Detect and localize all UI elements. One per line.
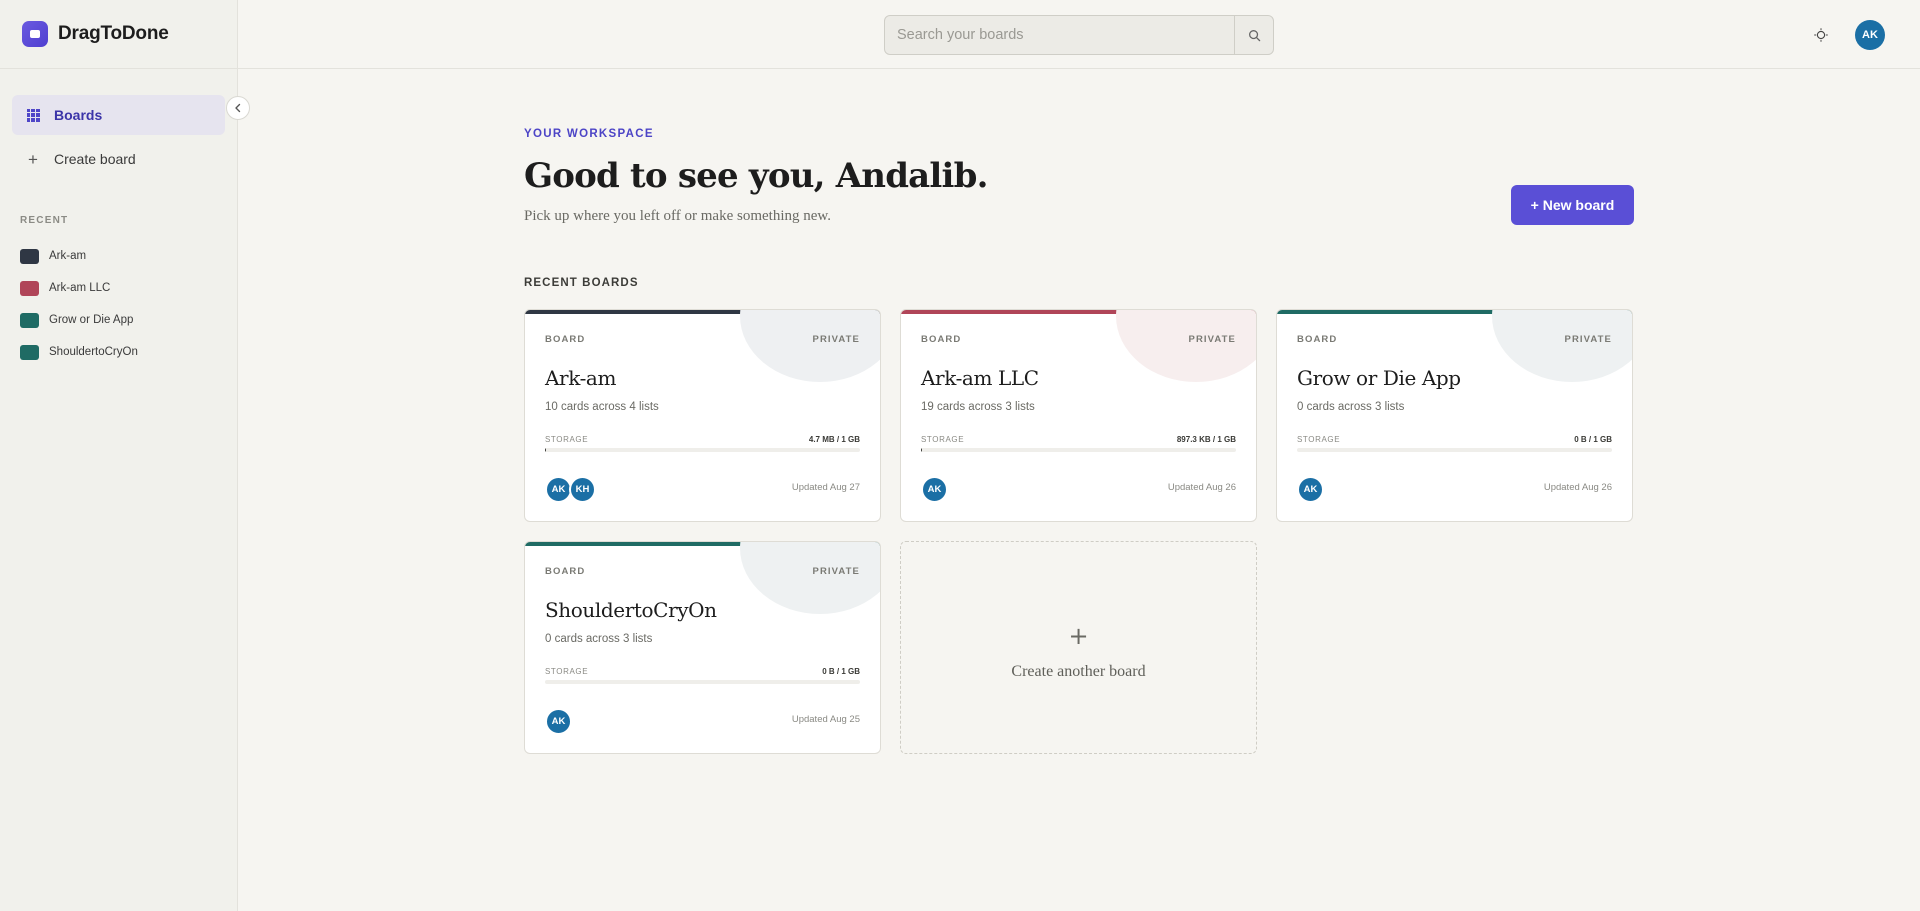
page-title: Good to see you, Andalib. (524, 156, 988, 196)
storage-value: 897.3 KB / 1 GB (1176, 435, 1236, 444)
card-visibility: PRIVATE (1188, 334, 1236, 345)
board-color-swatch (20, 248, 39, 264)
card-meta: 0 cards across 3 lists (545, 633, 653, 645)
storage-label: STORAGE (1297, 435, 1341, 444)
board-card[interactable]: BOARD PRIVATE Ark-am LLC 19 cards across… (900, 309, 1257, 522)
board-card[interactable]: BOARD PRIVATE ShouldertoCryOn 0 cards ac… (524, 541, 881, 754)
card-kind: BOARD (545, 334, 586, 345)
member-avatars: AK (921, 476, 948, 503)
card-title: Ark-am LLC (921, 366, 1039, 390)
search-button[interactable] (1234, 16, 1273, 54)
card-updated: Updated Aug 26 (1167, 482, 1236, 493)
recent-heading: RECENT (20, 215, 69, 226)
topbar: AK (238, 0, 1920, 69)
user-avatar[interactable]: AK (1855, 20, 1885, 50)
grid-icon (26, 108, 40, 122)
card-updated: Updated Aug 27 (791, 482, 860, 493)
board-card[interactable]: BOARD PRIVATE Grow or Die App 0 cards ac… (1276, 309, 1633, 522)
card-visibility: PRIVATE (812, 334, 860, 345)
board-color-swatch (20, 344, 39, 360)
recent-item-shouldertocryon[interactable]: ShouldertoCryOn (20, 336, 237, 368)
storage-bar-fill (921, 448, 922, 452)
create-board-label: Create another board (1011, 663, 1146, 680)
card-kind: BOARD (1297, 334, 1338, 345)
sidebar-item-boards[interactable]: Boards (12, 95, 225, 135)
sidebar-nav: Boards + Create board (0, 69, 237, 179)
board-color-swatch (20, 280, 39, 296)
card-title: Ark-am (545, 366, 617, 390)
board-card[interactable]: BOARD PRIVATE Ark-am 10 cards across 4 l… (524, 309, 881, 522)
brand-name: DragToDone (58, 23, 169, 44)
search-icon (1248, 29, 1260, 41)
recent-item-label: Ark-am (49, 250, 87, 262)
board-color-swatch (20, 312, 39, 328)
storage-bar-fill (545, 448, 547, 452)
search-box (884, 15, 1274, 55)
storage-bar (545, 680, 860, 684)
member-avatar: AK (921, 476, 948, 503)
card-updated: Updated Aug 25 (791, 714, 860, 725)
card-decoration (740, 542, 880, 614)
card-meta: 19 cards across 3 lists (921, 401, 1035, 413)
storage-value: 0 B / 1 GB (1574, 435, 1612, 444)
collapse-sidebar-button[interactable] (226, 96, 250, 120)
card-kind: BOARD (921, 334, 962, 345)
brand[interactable]: DragToDone (0, 0, 237, 69)
storage-value: 4.7 MB / 1 GB (808, 435, 860, 444)
member-avatar: AK (545, 476, 572, 503)
sidebar-item-label: Create board (54, 151, 136, 167)
card-title: ShouldertoCryOn (545, 598, 717, 622)
plus-icon: + (28, 149, 38, 169)
plus-icon: + (1068, 622, 1089, 650)
brand-logo-icon (22, 21, 48, 47)
workspace-eyebrow: YOUR WORKSPACE (524, 128, 654, 140)
recent-item-label: Ark-am LLC (49, 282, 111, 294)
storage-bar (921, 448, 1236, 452)
storage-label: STORAGE (545, 667, 589, 676)
page-subtitle: Pick up where you left off or make somet… (524, 208, 832, 224)
card-kind: BOARD (545, 566, 586, 577)
card-title: Grow or Die App (1297, 366, 1461, 390)
card-decoration (1116, 310, 1256, 382)
member-avatars: AK KH (545, 476, 596, 503)
recent-item-label: ShouldertoCryOn (49, 346, 138, 358)
card-meta: 10 cards across 4 lists (545, 401, 659, 413)
recent-list: Ark-am Ark-am LLC Grow or Die App Should… (0, 240, 237, 368)
storage-label: STORAGE (545, 435, 589, 444)
chevron-left-icon (235, 103, 241, 113)
storage-value: 0 B / 1 GB (822, 667, 860, 676)
card-decoration (1492, 310, 1632, 382)
sun-icon[interactable] (1814, 28, 1828, 42)
storage-label: STORAGE (921, 435, 965, 444)
card-visibility: PRIVATE (812, 566, 860, 577)
storage-bar (1297, 448, 1612, 452)
sidebar: DragToDone Boards + Create board RECENT … (0, 0, 238, 911)
recent-item-label: Grow or Die App (49, 314, 134, 326)
create-board-card[interactable]: + Create another board (900, 541, 1257, 754)
card-decoration (740, 310, 880, 382)
recent-item-grow-or-die-app[interactable]: Grow or Die App (20, 304, 237, 336)
member-avatars: AK (1297, 476, 1324, 503)
recent-item-ark-am[interactable]: Ark-am (20, 240, 237, 272)
new-board-button[interactable]: + New board (1511, 185, 1634, 225)
storage-bar (545, 448, 860, 452)
member-avatar: KH (569, 476, 596, 503)
member-avatar: AK (1297, 476, 1324, 503)
card-visibility: PRIVATE (1564, 334, 1612, 345)
member-avatar: AK (545, 708, 572, 735)
card-meta: 0 cards across 3 lists (1297, 401, 1405, 413)
sidebar-item-label: Boards (54, 107, 103, 123)
search-input[interactable] (885, 16, 1234, 54)
recent-boards-heading: RECENT BOARDS (524, 277, 639, 289)
recent-item-ark-am-llc[interactable]: Ark-am LLC (20, 272, 237, 304)
sidebar-item-create-board[interactable]: + Create board (12, 139, 225, 179)
card-updated: Updated Aug 26 (1543, 482, 1612, 493)
member-avatars: AK (545, 708, 572, 735)
